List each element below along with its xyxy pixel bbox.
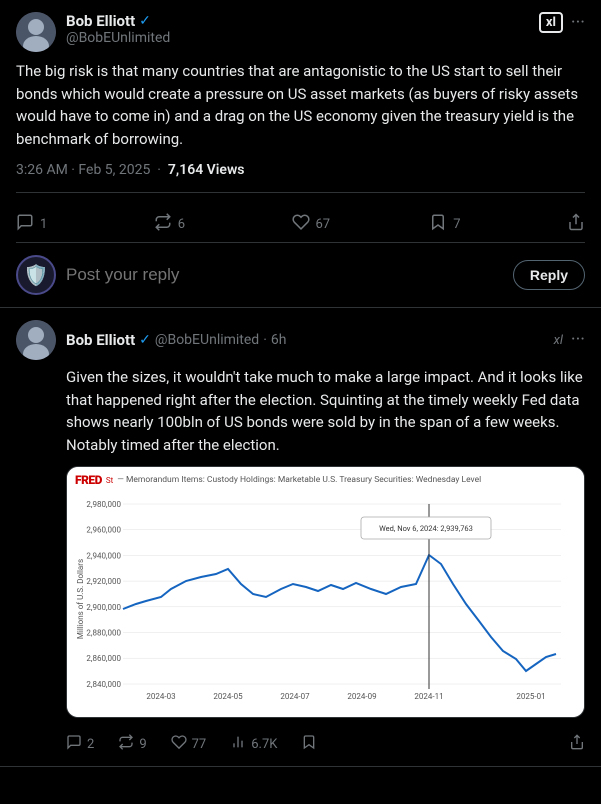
- tweet-2-stats: 2 9 77: [16, 730, 585, 754]
- more-button-2[interactable]: ···: [571, 331, 585, 349]
- share-stat[interactable]: [567, 213, 585, 236]
- like-count: 67: [316, 217, 331, 232]
- svg-text:2,940,000: 2,940,000: [86, 551, 121, 560]
- chart-header: FRED St — Memorandum Items: Custody Hold…: [67, 467, 584, 489]
- avatar[interactable]: [16, 12, 56, 52]
- tweet2-top-actions: xl ···: [554, 331, 585, 349]
- avatar-2[interactable]: [16, 320, 56, 360]
- display-name[interactable]: Bob Elliott: [66, 12, 135, 30]
- chart-title: — Memorandum Items: Custody Holdings: Ma…: [117, 475, 481, 485]
- verified-icon-2: ✓: [139, 332, 151, 348]
- like-icon: [292, 213, 310, 236]
- svg-text:2024-05: 2024-05: [213, 692, 243, 701]
- tweet-2-header: Bob Elliott ✓ @BobEUnlimited · 6h xl ···: [16, 320, 585, 360]
- chart-svg-wrap: Millions of U.S. Dollars 2,980,000 2,960…: [67, 489, 584, 717]
- reply-input[interactable]: [66, 265, 503, 285]
- like-icon-2: [171, 734, 187, 754]
- views-count-2: 6.7K: [251, 737, 277, 752]
- reply-icon: [16, 213, 34, 236]
- reply-avatar: 🛡️: [16, 255, 56, 295]
- tweet-1-header: Bob Elliott ✓ @BobEUnlimited xl ···: [16, 12, 585, 52]
- name-row: Bob Elliott ✓: [66, 12, 529, 30]
- retweet-count: 6: [178, 217, 185, 232]
- bookmark-stat[interactable]: 7: [429, 213, 567, 236]
- verified-icon: ✓: [139, 13, 151, 29]
- reply-box: 🛡️ Reply: [16, 255, 585, 295]
- user-info: Bob Elliott ✓ @BobEUnlimited: [66, 12, 529, 46]
- time-ago-value: 6h: [271, 332, 287, 348]
- share-icon: [567, 213, 585, 236]
- fred-chart: FRED St — Memorandum Items: Custody Hold…: [66, 466, 585, 718]
- reply-count-2: 2: [87, 737, 94, 752]
- user-info-2: Bob Elliott ✓ @BobEUnlimited · 6h: [66, 331, 544, 349]
- y-axis-label: Millions of U.S. Dollars: [76, 559, 85, 639]
- retweet-stat-2[interactable]: 9: [118, 734, 146, 754]
- bookmark-icon-2: [301, 734, 317, 754]
- retweet-icon: [154, 213, 172, 236]
- retweet-icon-2: [118, 734, 134, 754]
- bookmark-stat-2[interactable]: [301, 734, 317, 754]
- more-button[interactable]: ···: [571, 14, 585, 32]
- retweet-count-2: 9: [139, 737, 146, 752]
- svg-text:2024-03: 2024-03: [146, 692, 175, 701]
- bookmark-icon: [429, 213, 447, 236]
- svg-text:2,860,000: 2,860,000: [86, 654, 121, 663]
- svg-text:2,960,000: 2,960,000: [86, 526, 121, 535]
- tweet-2-body: Given the sizes, it wouldn't take much t…: [16, 366, 585, 456]
- xl-badge[interactable]: xl: [539, 12, 563, 33]
- tweet-stats: 1 6 67: [16, 207, 585, 243]
- username[interactable]: @BobEUnlimited: [66, 30, 529, 46]
- reply-count: 1: [40, 217, 47, 232]
- display-name-2[interactable]: Bob Elliott: [66, 331, 135, 349]
- bookmark-count: 7: [453, 217, 460, 232]
- like-stat[interactable]: 67: [292, 213, 430, 236]
- reply-stat[interactable]: 1: [16, 213, 154, 236]
- svg-text:2025-01: 2025-01: [516, 692, 545, 701]
- svg-text:2024-07: 2024-07: [280, 692, 310, 701]
- annotation-text: Wed, Nov 6, 2024: 2,939,763: [379, 524, 473, 533]
- fred-logo: FRED: [75, 473, 102, 487]
- svg-text:2,900,000: 2,900,000: [86, 603, 121, 612]
- share-icon-2: [569, 734, 585, 754]
- like-count-2: 77: [192, 737, 207, 752]
- retweet-stat[interactable]: 6: [154, 213, 292, 236]
- tweet-top-actions: xl ···: [539, 12, 585, 33]
- svg-text:2,880,000: 2,880,000: [86, 629, 121, 638]
- svg-text:2,840,000: 2,840,000: [86, 680, 121, 689]
- svg-text:2024-09: 2024-09: [347, 692, 376, 701]
- timestamp: 3:26 AM · Feb 5, 2025: [16, 162, 150, 178]
- svg-text:2,920,000: 2,920,000: [86, 577, 121, 586]
- xl-badge-2: xl: [554, 333, 563, 348]
- tweet-body: The big risk is that many countries that…: [16, 60, 585, 150]
- like-stat-2[interactable]: 77: [171, 734, 207, 754]
- share-stat-2[interactable]: [569, 734, 585, 754]
- chart-svg: Millions of U.S. Dollars 2,980,000 2,960…: [71, 489, 569, 709]
- time-ago: ·: [263, 332, 267, 348]
- tweet-2: Bob Elliott ✓ @BobEUnlimited · 6h xl ···…: [0, 308, 601, 767]
- views-count[interactable]: 7,164 Views: [168, 162, 245, 178]
- reply-name-row: Bob Elliott ✓ @BobEUnlimited · 6h: [66, 331, 544, 349]
- tweet-meta: 3:26 AM · Feb 5, 2025 · 7,164 Views: [16, 162, 585, 193]
- svg-text:2,980,000: 2,980,000: [86, 500, 121, 509]
- fred-sub: St: [106, 476, 113, 485]
- reply-icon-2: [66, 734, 82, 754]
- reply-button[interactable]: Reply: [513, 260, 585, 290]
- username-2[interactable]: @BobEUnlimited: [155, 332, 259, 348]
- bar-chart-icon: [230, 734, 246, 754]
- reply-stat-2[interactable]: 2: [66, 734, 94, 754]
- views-stat-2[interactable]: 6.7K: [230, 734, 277, 754]
- tweet-1: Bob Elliott ✓ @BobEUnlimited xl ··· The …: [0, 0, 601, 308]
- svg-text:2024-11: 2024-11: [414, 692, 443, 701]
